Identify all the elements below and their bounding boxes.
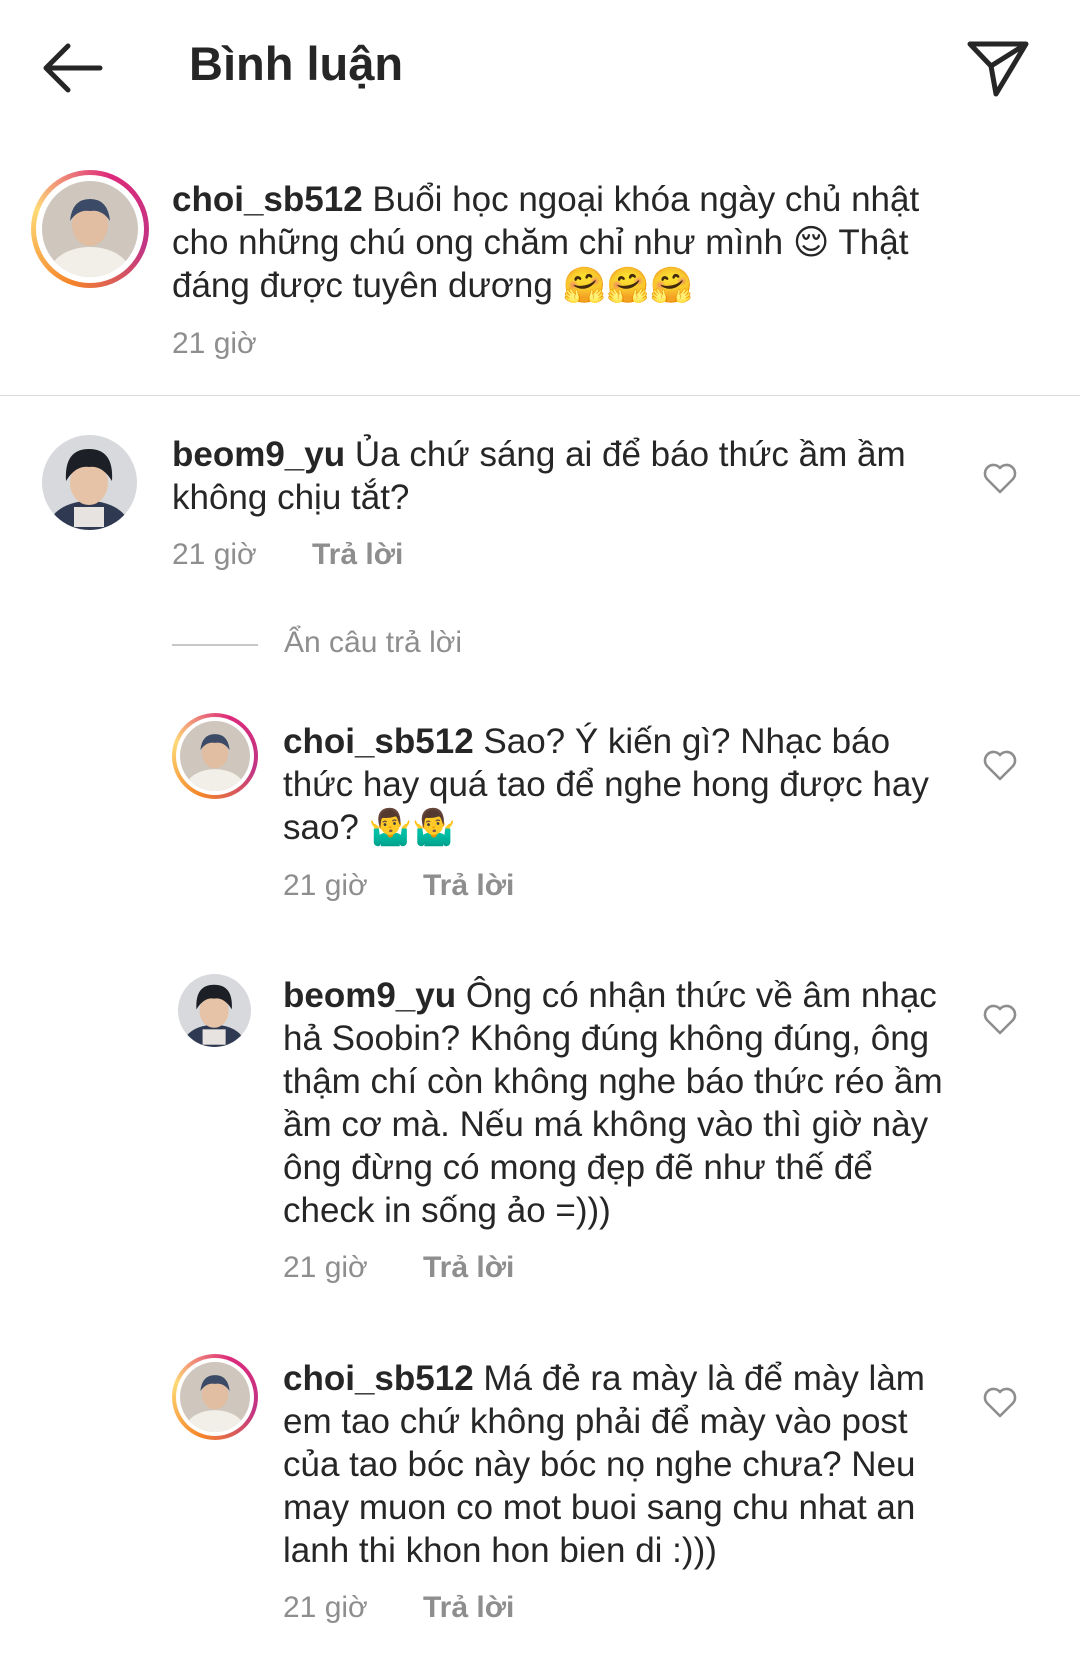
reply-button[interactable]: Trả lời (423, 1251, 514, 1285)
heart-icon[interactable] (983, 1387, 1017, 1419)
caption-timestamp: 21 giờ (172, 327, 257, 360)
hide-replies-button[interactable]: Ẩn câu trả lời (284, 626, 462, 660)
avatar (42, 181, 138, 277)
reply-timestamp: 21 giờ (283, 1251, 368, 1284)
reply-timestamp: 21 giờ (283, 1591, 368, 1624)
hide-replies-line (172, 644, 258, 646)
reply-button[interactable]: Trả lời (423, 869, 514, 903)
avatar-story-ring[interactable] (31, 170, 149, 288)
caption-text: choi_sb512 Buổi học ngoại khóa ngày chủ … (172, 178, 952, 307)
page-title: Bình luận (189, 37, 404, 90)
heart-icon[interactable] (983, 463, 1017, 495)
reply-text: beom9_yu Ông có nhận thức về âm nhạc hả … (283, 974, 963, 1232)
paper-plane-icon (967, 41, 1029, 97)
avatar (180, 1362, 250, 1432)
heart-icon[interactable] (983, 750, 1017, 782)
reply-username[interactable]: choi_sb512 (283, 722, 474, 761)
reply-timestamp: 21 giờ (283, 869, 368, 902)
heart-icon[interactable] (983, 1004, 1017, 1036)
arrow-left-icon (43, 43, 103, 93)
reply-text: choi_sb512 Sao? Ý kiến gì? Nhạc báo thức… (283, 720, 953, 849)
reply-button[interactable]: Trả lời (312, 538, 403, 572)
avatar-story-ring[interactable] (172, 713, 258, 799)
avatar[interactable] (42, 435, 137, 530)
caption-divider (0, 395, 1080, 396)
back-button[interactable] (38, 38, 108, 98)
reply-button[interactable]: Trả lời (423, 1591, 514, 1625)
caption-username[interactable]: choi_sb512 (172, 180, 363, 219)
header-bar: Bình luận (0, 0, 1080, 135)
avatar-story-ring[interactable] (172, 1354, 258, 1440)
comment-username[interactable]: beom9_yu (172, 435, 345, 474)
comment-text: beom9_yu Ủa chứ sáng ai để báo thức ầm ầ… (172, 433, 932, 519)
reply-username[interactable]: choi_sb512 (283, 1359, 474, 1398)
comment-timestamp: 21 giờ (172, 538, 257, 571)
reply-username[interactable]: beom9_yu (283, 976, 456, 1015)
share-button[interactable] (966, 38, 1030, 98)
avatar (180, 721, 250, 791)
avatar[interactable] (178, 974, 251, 1047)
reply-text: choi_sb512 Má đẻ ra mày là để mày làm em… (283, 1357, 963, 1572)
